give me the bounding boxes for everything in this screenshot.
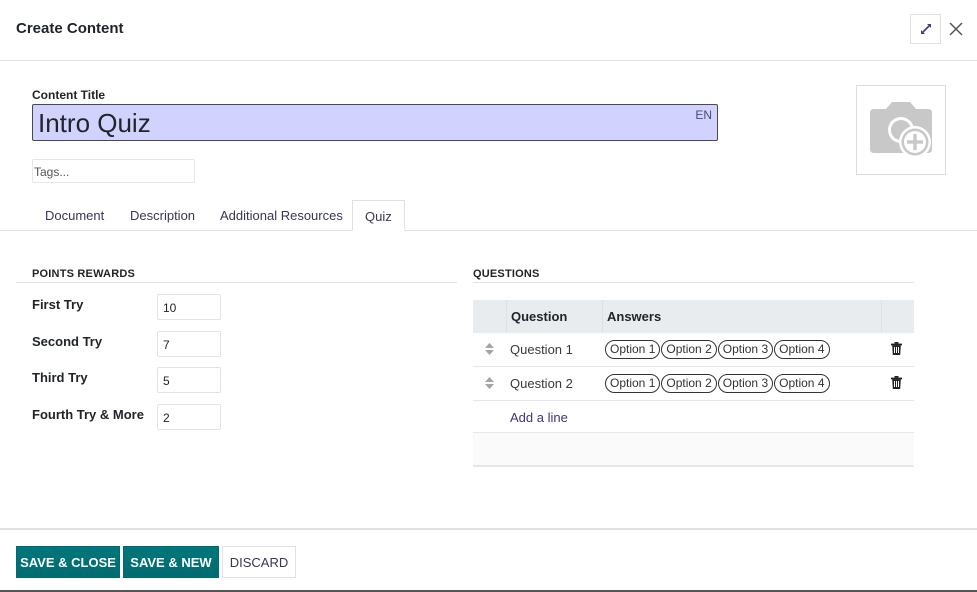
dialog-footer: SAVE & CLOSE SAVE & NEW DISCARD [0, 528, 977, 592]
column-question[interactable]: Question [511, 300, 567, 333]
discard-button[interactable]: DISCARD [222, 546, 296, 578]
empty-row [473, 433, 914, 467]
dialog-title: Create Content [16, 20, 124, 37]
drag-handle-icon[interactable] [485, 377, 494, 389]
tags-placeholder: Tags... [34, 165, 70, 179]
content-title-value: Intro Quiz [38, 108, 151, 138]
tab-description[interactable]: Description [130, 200, 195, 231]
tab-quiz[interactable]: Quiz [352, 200, 405, 231]
table-row[interactable]: Question 2 Option 1 Option 2 Option 3 Op… [473, 367, 914, 401]
answer-chip[interactable]: Option 3 [717, 340, 774, 359]
fourth-try-label: Fourth Try & More [32, 407, 144, 422]
answer-chip[interactable]: Option 2 [661, 340, 717, 359]
tab-additional-resources[interactable]: Additional Resources [220, 200, 343, 231]
expand-button[interactable] [910, 14, 941, 44]
drag-handle-icon[interactable] [485, 343, 494, 355]
points-rewards-heading: POINTS REWARDS [32, 268, 136, 280]
trash-icon[interactable] [891, 342, 902, 355]
table-header: Question Answers [473, 300, 914, 333]
tags-input[interactable]: Tags... [32, 159, 195, 183]
second-try-label: Second Try [32, 334, 103, 349]
close-x-icon [949, 22, 963, 36]
close-button[interactable] [945, 16, 967, 42]
image-upload[interactable] [856, 85, 946, 175]
answer-chip[interactable]: Option 2 [661, 374, 717, 393]
questions-divider [473, 282, 914, 283]
column-answers[interactable]: Answers [607, 300, 661, 333]
answer-chip[interactable]: Option 4 [774, 340, 830, 359]
second-try-input[interactable]: 7 [157, 331, 221, 357]
form-tabs: Document Description Additional Resource… [0, 200, 977, 231]
camera-plus-icon [870, 102, 932, 158]
question-text[interactable]: Question 2 [510, 376, 573, 391]
third-try-label: Third Try [32, 370, 88, 385]
answers-list: Option 1 Option 2 Option 3 Option 4 [605, 340, 831, 359]
add-line-link[interactable]: Add a line [510, 410, 568, 425]
first-try-label: First Try [32, 297, 84, 312]
content-title-input[interactable]: Intro Quiz EN [32, 104, 718, 141]
answer-chip[interactable]: Option 1 [605, 340, 661, 359]
language-button[interactable]: EN [695, 108, 712, 122]
save-close-button[interactable]: SAVE & CLOSE [16, 546, 120, 578]
answer-chip[interactable]: Option 3 [717, 374, 774, 393]
table-row[interactable]: Question 1 Option 1 Option 2 Option 3 Op… [473, 333, 914, 367]
answer-chip[interactable]: Option 1 [605, 374, 661, 393]
points-rewards-divider [16, 282, 457, 283]
first-try-input[interactable]: 10 [157, 294, 221, 320]
fourth-try-input[interactable]: 2 [157, 404, 221, 430]
questions-table: Question Answers Question 1 Option 1 Opt… [473, 300, 914, 467]
content-title-label: Content Title [32, 88, 106, 102]
dialog-header: Create Content [0, 0, 977, 61]
third-try-input[interactable]: 5 [157, 367, 221, 393]
question-text[interactable]: Question 1 [510, 342, 573, 357]
expand-arrows-icon [920, 24, 931, 34]
questions-heading: QUESTIONS [473, 268, 540, 280]
answers-list: Option 1 Option 2 Option 3 Option 4 [605, 374, 831, 393]
save-new-button[interactable]: SAVE & NEW [123, 546, 219, 578]
answer-chip[interactable]: Option 4 [774, 374, 830, 393]
trash-icon[interactable] [891, 376, 902, 389]
tab-document[interactable]: Document [45, 200, 104, 231]
add-line-row: Add a line [473, 401, 914, 433]
